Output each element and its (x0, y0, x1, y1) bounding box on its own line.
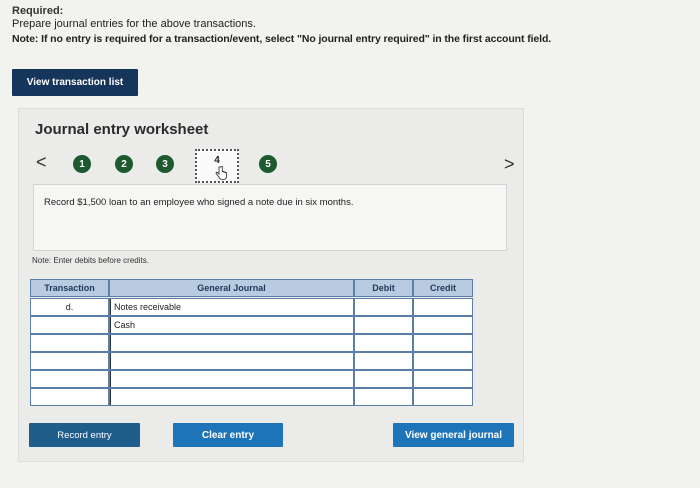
debit-input[interactable] (354, 334, 413, 352)
credit-input[interactable] (413, 352, 473, 370)
table-row: Cash (30, 316, 473, 334)
account-cell[interactable]: Notes receivable (109, 298, 354, 316)
transaction-cell (30, 388, 109, 406)
journal-table: Transaction General Journal Debit Credit… (30, 279, 473, 409)
transaction-description: Record $1,500 loan to an employee who si… (44, 197, 354, 208)
header-general-journal: General Journal (109, 279, 354, 297)
clear-entry-button[interactable]: Clear entry (173, 423, 283, 447)
debit-input[interactable] (354, 370, 413, 388)
header-transaction: Transaction (30, 279, 109, 297)
account-input[interactable] (110, 353, 114, 369)
credit-input[interactable] (413, 298, 473, 316)
transaction-cell (30, 334, 109, 352)
account-cell[interactable] (109, 352, 354, 370)
credit-input[interactable] (413, 370, 473, 388)
transaction-cell: d. (30, 298, 109, 316)
account-input[interactable] (110, 371, 114, 387)
debit-input[interactable] (354, 352, 413, 370)
header-credit: Credit (413, 279, 473, 297)
debit-input[interactable] (354, 298, 413, 316)
credit-input[interactable] (413, 388, 473, 406)
transaction-cell (30, 316, 109, 334)
view-general-journal-button[interactable]: View general journal (393, 423, 514, 447)
page: Required: Prepare journal entries for th… (0, 0, 700, 488)
hand-pointer-icon (215, 166, 227, 180)
required-heading: Required: (12, 5, 64, 17)
step-4-current-button[interactable]: 4 (195, 149, 239, 183)
required-note: Note: If no entry is required for a tran… (12, 33, 552, 45)
header-debit: Debit (354, 279, 413, 297)
journal-entry-worksheet: Journal entry worksheet < 1 2 3 4 5 > Re… (18, 108, 524, 462)
record-entry-button[interactable]: Record entry (29, 423, 140, 447)
account-input[interactable] (110, 389, 114, 405)
entry-note: Note: Enter debits before credits. (32, 256, 149, 265)
view-transaction-list-button[interactable]: View transaction list (12, 69, 138, 96)
next-arrow-icon[interactable]: > (504, 155, 515, 173)
previous-arrow-icon[interactable]: < (36, 153, 47, 171)
required-instruction: Prepare journal entries for the above tr… (12, 18, 256, 30)
table-row (30, 388, 473, 406)
journal-header-row: Transaction General Journal Debit Credit (30, 279, 473, 297)
table-row: d. Notes receivable (30, 298, 473, 316)
transaction-description-box: Record $1,500 loan to an employee who si… (33, 184, 507, 251)
worksheet-title: Journal entry worksheet (35, 121, 209, 138)
step-3-button[interactable]: 3 (156, 155, 174, 173)
account-cell[interactable] (109, 334, 354, 352)
account-input[interactable]: Cash (110, 317, 135, 333)
step-5-button[interactable]: 5 (259, 155, 277, 173)
credit-input[interactable] (413, 316, 473, 334)
credit-input[interactable] (413, 334, 473, 352)
transaction-cell (30, 370, 109, 388)
table-row (30, 370, 473, 388)
table-row (30, 352, 473, 370)
table-row (30, 334, 473, 352)
debit-input[interactable] (354, 388, 413, 406)
step-2-button[interactable]: 2 (115, 155, 133, 173)
transaction-cell (30, 352, 109, 370)
step-1-button[interactable]: 1 (73, 155, 91, 173)
account-input[interactable]: Notes receivable (110, 299, 181, 315)
account-input[interactable] (110, 335, 114, 351)
account-cell[interactable] (109, 370, 354, 388)
account-cell[interactable] (109, 388, 354, 406)
account-cell[interactable]: Cash (109, 316, 354, 334)
debit-input[interactable] (354, 316, 413, 334)
